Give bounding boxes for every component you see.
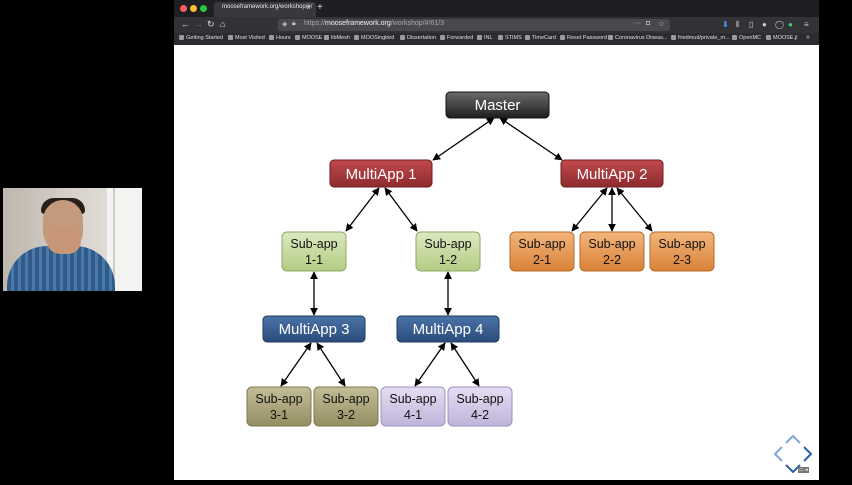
svg-text:Sub-app: Sub-app: [518, 237, 565, 251]
bookmark-item[interactable]: Forwarded: [440, 35, 473, 41]
svg-text:Sub-app: Sub-app: [255, 392, 302, 406]
svg-text:Sub-app: Sub-app: [588, 237, 635, 251]
bookmark-item[interactable]: MOOSE: [295, 35, 322, 41]
url-text: https://mooseframework.org/workshop/#/61…: [304, 20, 445, 27]
address-bar[interactable]: ◈ 🔒︎ https://mooseframework.org/workshop…: [278, 19, 670, 31]
multiapp-2-node: MultiApp 2: [560, 159, 664, 188]
svg-text:Sub-app: Sub-app: [658, 237, 705, 251]
closed-captions-icon[interactable]: ▭ ◂: [798, 467, 809, 473]
downloads-icon[interactable]: ⬇: [722, 20, 729, 29]
home-icon[interactable]: ⌂: [220, 19, 225, 29]
svg-text:1-2: 1-2: [439, 253, 457, 267]
svg-text:4-2: 4-2: [471, 408, 489, 422]
account-icon[interactable]: ◯: [775, 20, 784, 29]
svg-text:Sub-app: Sub-app: [290, 237, 337, 251]
chevron-right-icon[interactable]: »: [806, 34, 810, 41]
svg-text:2-3: 2-3: [673, 253, 691, 267]
lock-icon[interactable]: 🔒︎: [292, 20, 296, 28]
minimize-window-button[interactable]: [190, 5, 197, 12]
svg-text:3-1: 3-1: [270, 408, 288, 422]
bookmark-star-icon[interactable]: ☆: [658, 20, 664, 28]
browser-tab[interactable]: mooseframework.org/workshop/#/ ×: [214, 2, 316, 17]
svg-text:2-2: 2-2: [603, 253, 621, 267]
bookmark-item[interactable]: INL: [477, 35, 493, 41]
bookmark-item[interactable]: Coronavirus Diseas...: [608, 35, 668, 41]
sub-app-3-1-node: Sub-app 3-1: [246, 386, 312, 427]
webcam-video: [3, 188, 142, 291]
multiapp-1-label: MultiApp 1: [346, 166, 417, 183]
bookmark-item[interactable]: MOOSE.jl: [766, 35, 797, 41]
sub-app-1-1-node: Sub-app 1-1: [281, 231, 347, 272]
browser-window: mooseframework.org/workshop/#/ × + ← → ↻…: [174, 0, 819, 480]
reload-icon[interactable]: ↻: [207, 19, 215, 30]
bookmark-item[interactable]: Reset Password: [560, 35, 607, 41]
multiapp-3-node: MultiApp 3: [262, 315, 366, 343]
bookmark-item[interactable]: Getting Started: [179, 35, 223, 41]
sidebar-icon[interactable]: ▯: [749, 20, 753, 29]
svg-text:4-1: 4-1: [404, 408, 422, 422]
close-window-button[interactable]: [180, 5, 187, 12]
multiapp-3-label: MultiApp 3: [279, 321, 350, 338]
sub-app-2-1-node: Sub-app 2-1: [509, 231, 575, 272]
sub-app-2-3-node: Sub-app 2-3: [649, 231, 715, 272]
close-tab-icon[interactable]: ×: [306, 3, 311, 12]
nav-left-icon[interactable]: [773, 446, 783, 462]
multiapp-4-node: MultiApp 4: [396, 315, 500, 343]
bookmark-item[interactable]: TimeCard: [525, 35, 556, 41]
bookmark-item[interactable]: MOOSingbird: [354, 35, 394, 41]
menu-icon[interactable]: ≡: [804, 20, 809, 29]
new-tab-icon[interactable]: +: [317, 2, 323, 13]
svg-text:2-1: 2-1: [533, 253, 551, 267]
sub-app-2-2-node: Sub-app 2-2: [579, 231, 645, 272]
sub-app-4-1-node: Sub-app 4-1: [380, 386, 446, 427]
multiapp-hierarchy-diagram: Master MultiApp 1 MultiApp 2 MultiApp 3 …: [246, 91, 715, 427]
bookmarks-toolbar: Getting Started Most Visited Hours MOOSE…: [174, 33, 819, 45]
master-node: Master: [445, 91, 550, 119]
library-icon[interactable]: ⫴: [736, 20, 739, 30]
bookmark-item[interactable]: friedmud/private_m...: [671, 35, 730, 41]
sub-app-4-2-node: Sub-app 4-2: [447, 386, 513, 427]
nav-right-icon[interactable]: [803, 446, 813, 462]
tab-bar: mooseframework.org/workshop/#/ × +: [174, 0, 819, 17]
multiapp-2-label: MultiApp 2: [577, 166, 648, 183]
bookmark-item[interactable]: libMesh: [324, 35, 350, 41]
shield-icon[interactable]: ◈: [282, 20, 287, 28]
page-actions-icon[interactable]: ···: [634, 20, 641, 27]
pocket-icon[interactable]: ◘: [646, 20, 650, 27]
bookmark-item[interactable]: Hours: [269, 35, 291, 41]
bookmark-item[interactable]: OpenMC: [732, 35, 761, 41]
svg-text:Sub-app: Sub-app: [424, 237, 471, 251]
svg-text:3-2: 3-2: [337, 408, 355, 422]
sub-app-1-2-node: Sub-app 1-2: [415, 231, 481, 272]
forward-icon[interactable]: →: [194, 19, 203, 29]
nav-up-icon[interactable]: [785, 434, 801, 444]
master-label: Master: [475, 97, 521, 114]
extension-icon[interactable]: ●: [762, 20, 767, 29]
multiapp-4-label: MultiApp 4: [413, 321, 484, 338]
maximize-window-button[interactable]: [200, 5, 207, 12]
bookmark-item[interactable]: STIMS: [498, 35, 522, 41]
multiapp-1-node: MultiApp 1: [329, 159, 433, 188]
svg-text:1-1: 1-1: [305, 253, 323, 267]
bookmark-item[interactable]: Most Visited: [228, 35, 265, 41]
bookmark-item[interactable]: Dissertation: [400, 35, 436, 41]
slide-content: Master MultiApp 1 MultiApp 2 MultiApp 3 …: [174, 45, 819, 480]
back-icon[interactable]: ←: [181, 19, 190, 29]
svg-text:Sub-app: Sub-app: [322, 392, 369, 406]
extension-green-icon[interactable]: ●: [788, 20, 793, 29]
svg-text:Sub-app: Sub-app: [456, 392, 503, 406]
navigation-toolbar: ← → ↻ ⌂ ◈ 🔒︎ https://mooseframework.org/…: [174, 17, 819, 33]
sub-app-3-2-node: Sub-app 3-2: [313, 386, 379, 427]
svg-text:Sub-app: Sub-app: [389, 392, 436, 406]
tab-title: mooseframework.org/workshop/#/: [222, 4, 313, 10]
